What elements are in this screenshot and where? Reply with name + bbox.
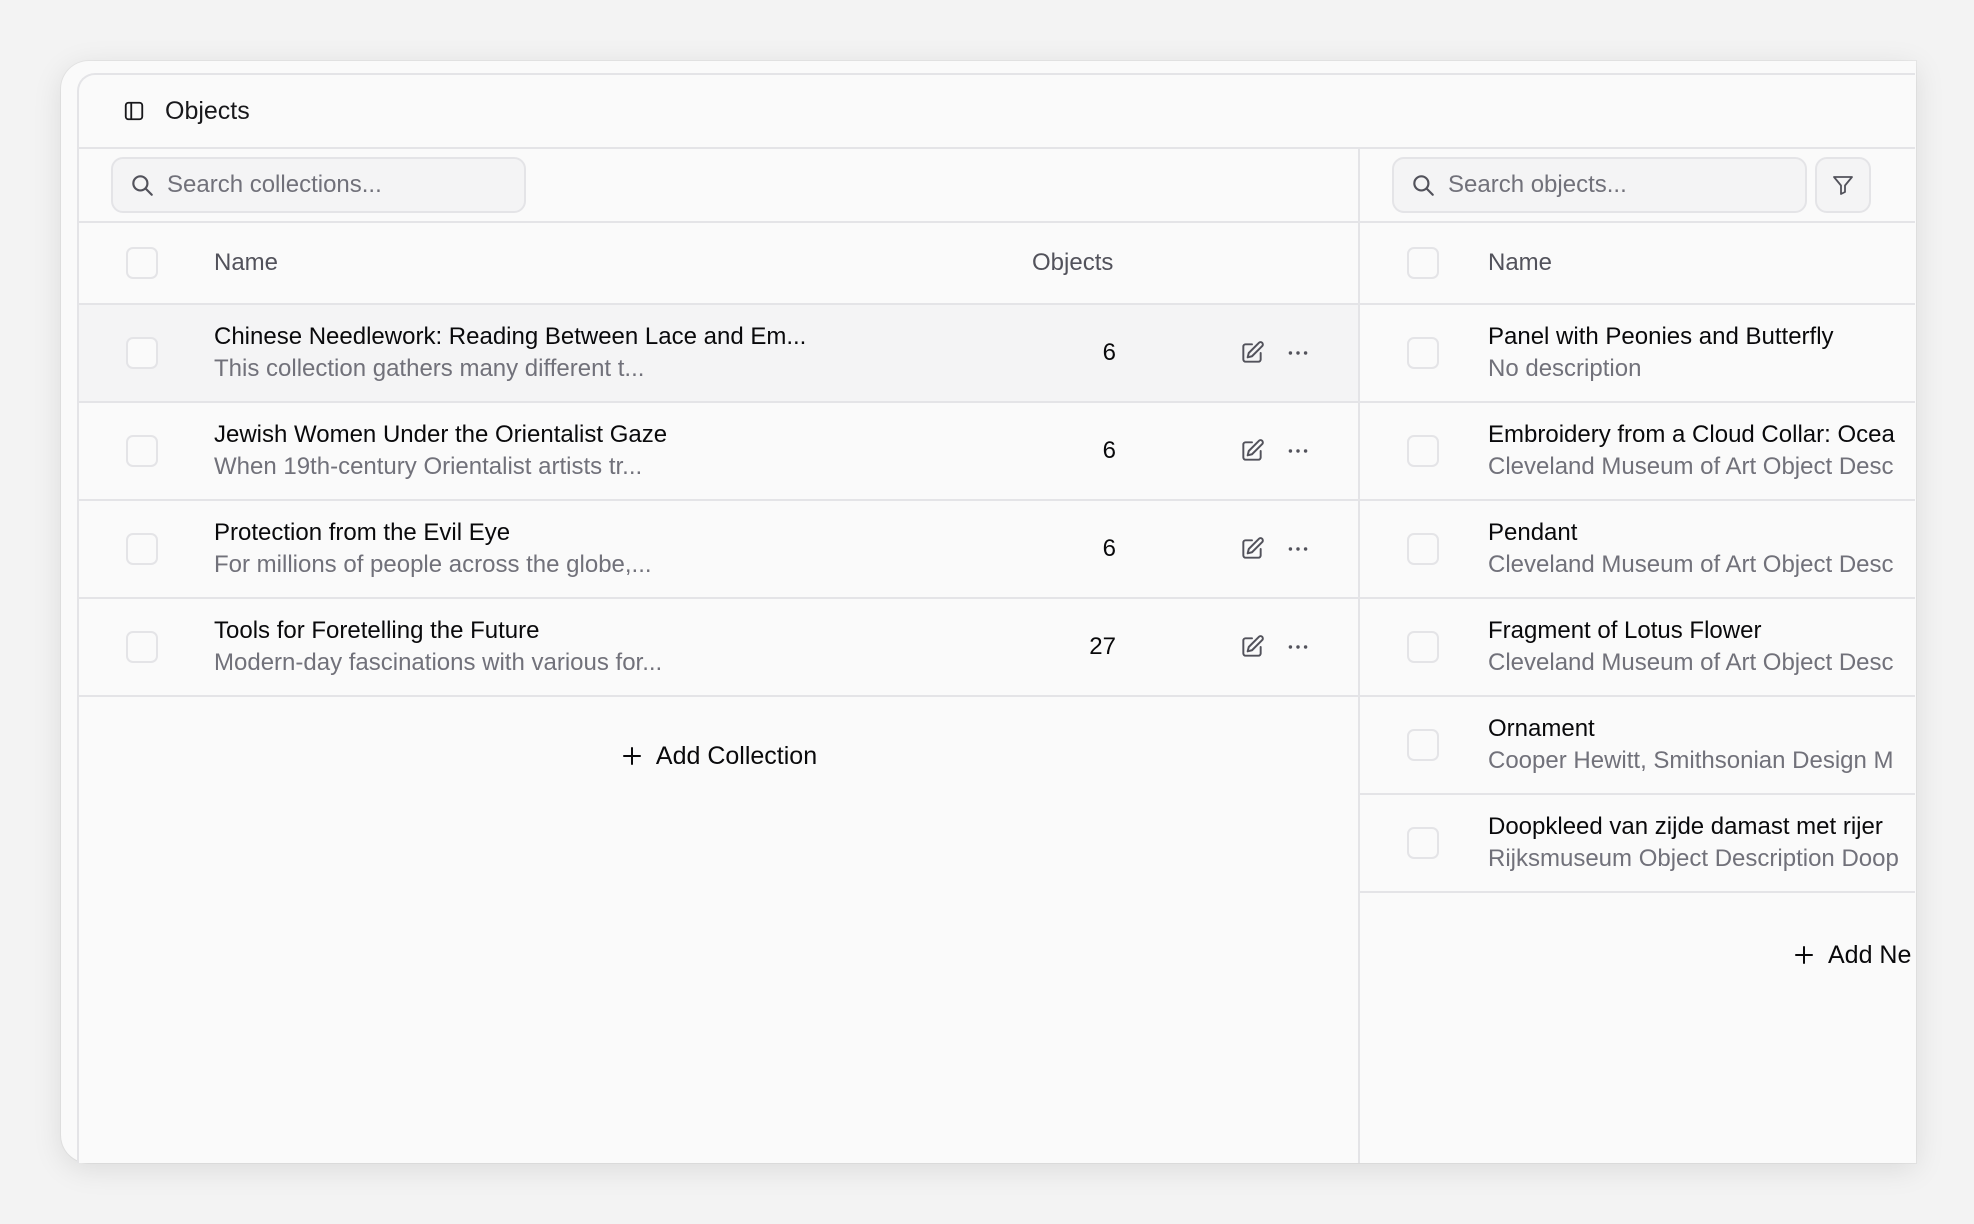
edit-icon[interactable] <box>1239 634 1265 660</box>
filter-icon <box>1833 176 1853 195</box>
add-collection-button[interactable]: Add Collection <box>79 697 1358 815</box>
collection-object-count: 6 <box>1102 535 1116 562</box>
collection-row[interactable]: Chinese Needlework: Reading Between Lace… <box>79 305 1358 403</box>
sidebar-toggle-icon[interactable] <box>123 100 145 122</box>
collection-object-count: 27 <box>1089 633 1116 660</box>
more-options-icon[interactable] <box>1285 536 1311 562</box>
filter-button[interactable] <box>1815 157 1871 213</box>
collection-title: Jewish Women Under the Orientalist Gaze <box>214 421 668 448</box>
window-title: Objects <box>165 96 250 125</box>
object-title: Doopkleed van zijde damast met rijer <box>1488 813 1883 840</box>
collection-description: Modern-day fascinations with various for… <box>214 649 663 676</box>
row-checkbox[interactable] <box>1407 631 1439 663</box>
objects-pane: Name Panel with Peonies and Butterfly No… <box>1360 149 1915 1163</box>
collections-pane: Name Objects Chinese Needlework: Reading… <box>79 149 1360 1163</box>
select-all-objects-checkbox[interactable] <box>1407 247 1439 279</box>
object-description: Cleveland Museum of Art Object Desc <box>1488 453 1894 480</box>
object-row[interactable]: Fragment of Lotus Flower Cleveland Museu… <box>1360 599 1915 697</box>
collections-search[interactable] <box>111 157 526 213</box>
column-header-name[interactable]: Name <box>1488 249 1552 277</box>
column-header-name[interactable]: Name <box>214 249 278 277</box>
search-icon <box>1413 175 1434 196</box>
row-checkbox[interactable] <box>126 435 158 467</box>
row-checkbox[interactable] <box>126 533 158 565</box>
collections-search-input[interactable] <box>167 171 524 199</box>
plus-icon <box>622 747 641 765</box>
row-checkbox[interactable] <box>1407 435 1439 467</box>
object-title: Embroidery from a Cloud Collar: Ocea <box>1488 421 1895 448</box>
collection-object-count: 6 <box>1102 339 1116 366</box>
collections-table-header: Name Objects <box>79 223 1358 305</box>
collection-description: When 19th-century Orientalist artists tr… <box>214 453 643 480</box>
search-icon <box>132 175 153 196</box>
plus-icon <box>1795 946 1813 964</box>
object-title: Fragment of Lotus Flower <box>1488 617 1762 644</box>
add-collection-label: Add Collection <box>655 741 818 770</box>
row-checkbox[interactable] <box>1407 533 1439 565</box>
objects-table-header: Name <box>1360 223 1915 305</box>
object-description: Cleveland Museum of Art Object Desc <box>1488 649 1894 676</box>
object-row[interactable]: Doopkleed van zijde damast met rijer Rij… <box>1360 795 1915 893</box>
object-row[interactable]: Embroidery from a Cloud Collar: Ocea Cle… <box>1360 403 1915 501</box>
add-new-object-label: Add Ne <box>1828 940 1912 969</box>
object-description: Cleveland Museum of Art Object Desc <box>1488 551 1894 578</box>
edit-icon[interactable] <box>1239 438 1265 464</box>
collection-row[interactable]: Jewish Women Under the Orientalist Gaze … <box>79 403 1358 501</box>
row-checkbox[interactable] <box>1407 729 1439 761</box>
collection-title: Chinese Needlework: Reading Between Lace… <box>214 323 807 350</box>
row-checkbox[interactable] <box>1407 827 1439 859</box>
objects-search[interactable] <box>1392 157 1807 213</box>
object-description: No description <box>1488 355 1642 382</box>
object-title: Ornament <box>1488 715 1595 742</box>
collections-toolbar <box>79 149 1358 223</box>
collection-row[interactable]: Tools for Foretelling the Future Modern-… <box>79 599 1358 697</box>
object-row[interactable]: Pendant Cleveland Museum of Art Object D… <box>1360 501 1915 599</box>
object-row[interactable]: Ornament Cooper Hewitt, Smithsonian Desi… <box>1360 697 1915 795</box>
collection-object-count: 6 <box>1102 437 1116 464</box>
collection-description: For millions of people across the globe,… <box>214 551 652 578</box>
collection-title: Tools for Foretelling the Future <box>214 617 540 644</box>
collection-row[interactable]: Protection from the Evil Eye For million… <box>79 501 1358 599</box>
object-title: Panel with Peonies and Butterfly <box>1488 323 1834 350</box>
more-options-icon[interactable] <box>1285 340 1311 366</box>
add-new-object-button[interactable]: Add Ne <box>1360 893 1915 1017</box>
objects-window: Objects Name Objects <box>77 73 1915 1163</box>
row-checkbox[interactable] <box>1407 337 1439 369</box>
column-header-objects[interactable]: Objects <box>1032 249 1113 277</box>
edit-icon[interactable] <box>1239 340 1265 366</box>
object-title: Pendant <box>1488 519 1578 546</box>
edit-icon[interactable] <box>1239 536 1265 562</box>
select-all-collections-checkbox[interactable] <box>126 247 158 279</box>
titlebar: Objects <box>79 75 1915 149</box>
more-options-icon[interactable] <box>1285 438 1311 464</box>
object-description: Rijksmuseum Object Description Doop <box>1488 845 1899 872</box>
object-row[interactable]: Panel with Peonies and Butterfly No desc… <box>1360 305 1915 403</box>
row-checkbox[interactable] <box>126 631 158 663</box>
objects-search-input[interactable] <box>1448 171 1805 199</box>
collection-title: Protection from the Evil Eye <box>214 519 511 546</box>
row-checkbox[interactable] <box>126 337 158 369</box>
more-options-icon[interactable] <box>1285 634 1311 660</box>
collection-description: This collection gathers many different t… <box>214 355 645 382</box>
object-description: Cooper Hewitt, Smithsonian Design M <box>1488 747 1894 774</box>
objects-toolbar <box>1360 149 1915 223</box>
